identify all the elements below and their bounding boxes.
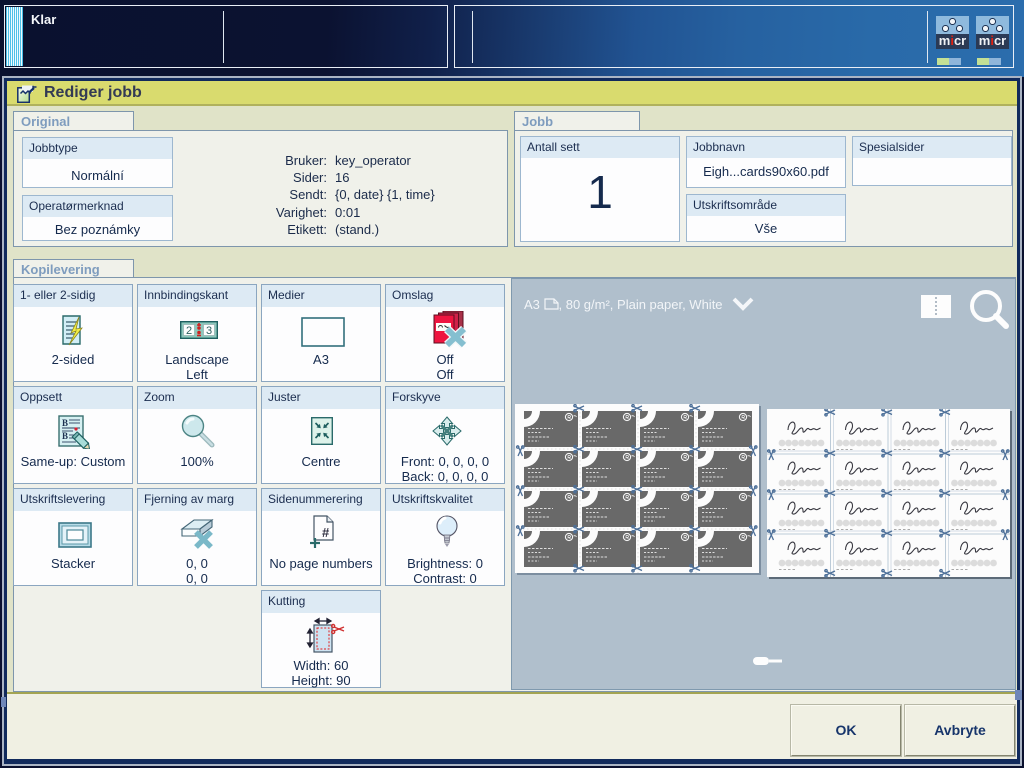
svg-text:2: 2 (186, 325, 192, 337)
svg-text:3: 3 (206, 325, 212, 337)
svg-text:#: # (322, 525, 330, 540)
svg-text:B: B (62, 418, 68, 428)
svg-text:B: B (62, 431, 68, 441)
